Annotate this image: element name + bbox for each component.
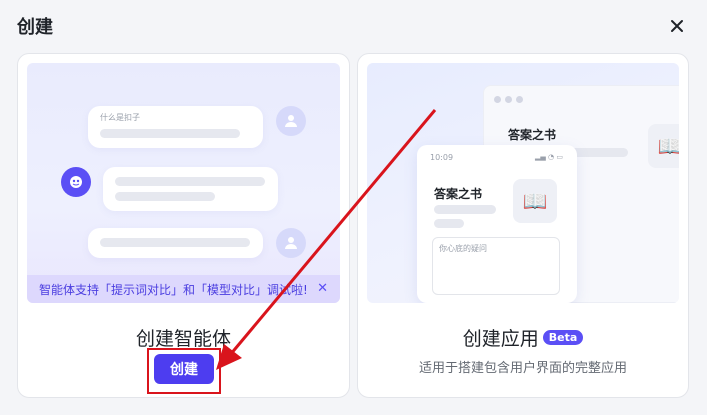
- annotation-arrow-icon: [216, 109, 437, 370]
